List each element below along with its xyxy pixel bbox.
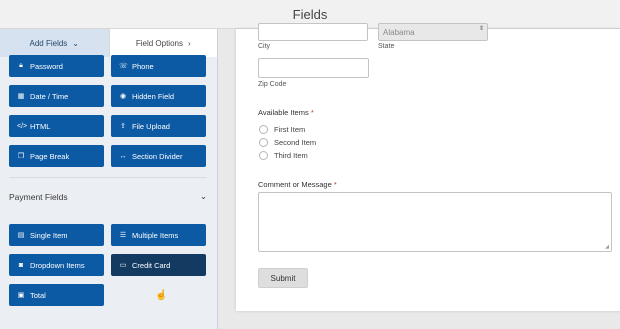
resize-handle-icon[interactable]: ◢ [605,244,609,250]
list-icon: ☰ [119,232,127,239]
radio-circle[interactable] [259,151,268,160]
phone-icon: ☏ [119,63,128,70]
field-button-page-break[interactable]: ❐ Page Break [9,145,104,167]
field-button-label: Credit Card [132,260,171,270]
copy-icon: ❐ [17,153,25,160]
tab-field-options[interactable]: Field Options › [108,29,217,57]
comment-label-text: Comment or Message [258,180,332,189]
field-button-password[interactable]: 🔒︎ Password [9,55,104,77]
form-preview: Alabama ⇕ City State Zip Code Available … [236,23,620,311]
zip-code-input[interactable] [258,58,369,78]
field-button-label: Password [30,61,63,71]
eye-slash-icon: ◉ [119,93,127,100]
city-label: City [258,43,271,50]
payment-fields-title: Payment Fields [9,191,68,202]
field-button-label: Single Item [30,230,68,240]
field-button-date-time[interactable]: ▦ Date / Time [9,85,104,107]
comment-label: Comment or Message * [258,180,337,189]
field-button-credit-card[interactable]: ▭ Credit Card [111,254,206,276]
section-divider-line [9,177,207,178]
credit-card-icon: ▭ [119,262,127,269]
field-button-section-divider[interactable]: ↔ Section Divider [111,145,206,167]
money-icon: ▣ [17,292,25,299]
field-button-label: HTML [30,121,51,131]
upload-icon: ⇪ [120,123,126,130]
tab-add-fields[interactable]: Add Fields ⌄ [0,29,109,57]
required-mark: * [333,180,337,189]
zip-code-label: Zip Code [258,81,287,88]
submit-button[interactable]: Submit [258,268,308,288]
radio-option[interactable]: Second Item [259,138,316,147]
calendar-icon: ▦ [17,93,25,100]
field-button-label: File Upload [132,121,170,131]
divider-icon: ↔ [119,152,127,160]
radio-option-label: Second Item [274,138,317,147]
field-button-html[interactable]: </> HTML [9,115,104,137]
lock-icon: 🔒︎ [19,62,23,69]
available-items-label-text: Available Items [258,108,309,117]
select-arrows-icon: ⇕ [478,26,484,32]
chevron-down-icon: ⌄ [72,38,79,48]
radio-option[interactable]: Third Item [259,151,308,160]
field-button-label: Total [30,290,46,300]
city-input[interactable] [258,23,368,41]
field-button-label: Page Break [30,151,70,161]
radio-option[interactable]: First Item [259,125,305,134]
field-button-file-upload[interactable]: ⇪ File Upload [111,115,206,137]
field-button-label: Date / Time [30,91,69,101]
field-button-hidden-field[interactable]: ◉ Hidden Field [111,85,206,107]
radio-circle[interactable] [259,125,268,134]
code-icon: </> [17,122,28,130]
hand-cursor-icon: ☝ [155,290,168,301]
field-button-single-item[interactable]: ▤ Single Item [9,224,104,246]
state-select-value: Alabama [383,27,415,37]
state-label: State [378,43,395,50]
field-button-label: Multiple Items [132,230,179,240]
file-icon: ▤ [17,232,25,239]
radio-option-label: First Item [274,125,306,134]
field-button-phone[interactable]: ☏ Phone [111,55,206,77]
dropdown-icon: ◙ [18,261,24,269]
comment-textarea[interactable]: ◢ [258,192,612,252]
window-title: Fields [292,6,328,22]
available-items-label: Available Items * [258,108,314,117]
radio-option-label: Third Item [274,151,308,160]
required-mark: * [310,108,314,117]
tab-field-options-label: Field Options [135,38,183,48]
field-button-total[interactable]: ▣ Total [9,284,104,306]
field-button-multiple-items[interactable]: ☰ Multiple Items [111,224,206,246]
chevron-right-icon: › [187,38,191,48]
field-button-label: Section Divider [132,151,183,161]
field-button-label: Hidden Field [132,91,175,101]
state-select[interactable]: Alabama ⇕ [378,23,488,41]
panel-tabs: Add Fields ⌄ Field Options › [0,29,217,57]
radio-circle[interactable] [259,138,268,147]
payment-fields-header[interactable]: Payment Fields ⌄ [9,191,207,202]
tab-add-fields-label: Add Fields [29,38,68,48]
field-button-label: Dropdown Items [30,260,85,270]
chevron-down-icon: ⌄ [199,191,207,201]
field-button-dropdown-items[interactable]: ◙ Dropdown Items [9,254,104,276]
field-button-label: Phone [132,61,154,71]
left-panel: Add Fields ⌄ Field Options › 🔒︎ Password… [0,29,218,329]
